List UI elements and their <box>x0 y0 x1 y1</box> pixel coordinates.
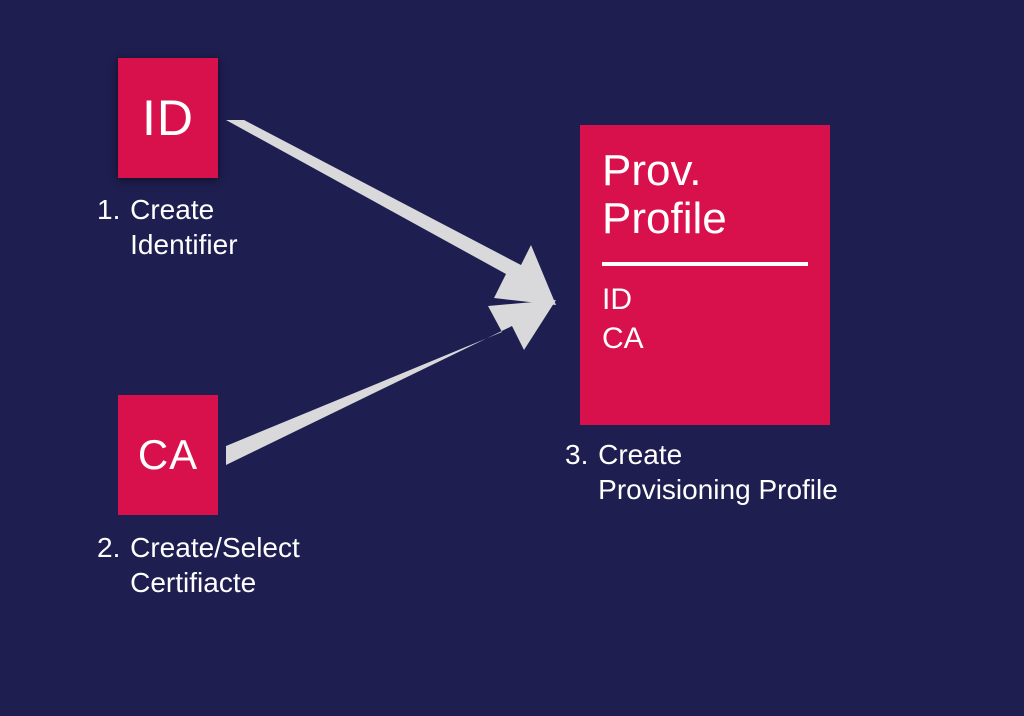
caption-prov-num: 3. <box>565 437 588 472</box>
prov-sub-ca: CA <box>602 322 644 355</box>
caption-ca: 2. Create/Select Certifiacte <box>97 530 300 600</box>
arrow-ca-to-prov-icon <box>226 300 556 500</box>
prov-sub: ID CA <box>602 280 808 358</box>
caption-ca-line2: Certifiacte <box>130 567 256 598</box>
caption-id-num: 1. <box>97 192 120 227</box>
prov-title: Prov. Profile <box>602 147 808 244</box>
caption-prov-line1: Create <box>598 439 682 470</box>
provisioning-profile-box: Prov. Profile ID CA <box>580 125 830 425</box>
caption-prov-line2: Provisioning Profile <box>598 474 838 505</box>
caption-id-line2: Identifier <box>130 229 237 260</box>
prov-divider <box>602 262 808 266</box>
prov-title-line1: Prov. <box>602 146 701 195</box>
id-box: ID <box>118 58 218 178</box>
prov-title-line2: Profile <box>602 194 727 243</box>
caption-id-line1: Create <box>130 194 214 225</box>
ca-box: CA <box>118 395 218 515</box>
caption-ca-num: 2. <box>97 530 120 565</box>
arrow-id-to-prov-icon <box>226 120 556 320</box>
id-box-label: ID <box>142 89 194 147</box>
caption-id: 1. Create Identifier <box>97 192 238 262</box>
prov-sub-id: ID <box>602 283 632 316</box>
caption-ca-line1: Create/Select <box>130 532 300 563</box>
ca-box-label: CA <box>138 431 198 479</box>
caption-prov: 3. Create Provisioning Profile <box>565 437 838 507</box>
